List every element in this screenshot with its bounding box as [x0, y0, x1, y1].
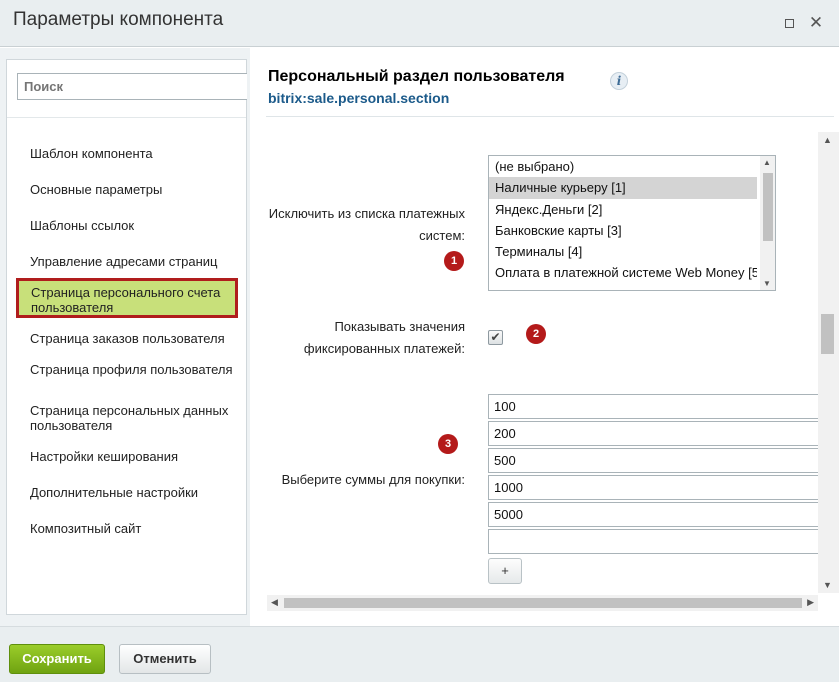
- select-option[interactable]: Яндекс.Деньги [2]: [489, 199, 757, 220]
- save-button[interactable]: Сохранить: [9, 644, 105, 674]
- scroll-up-icon[interactable]: ▲: [763, 158, 771, 167]
- select-option[interactable]: Наличные курьеру [1]: [489, 177, 757, 199]
- annotation-badge-3: 3: [438, 434, 458, 454]
- close-button[interactable]: ✕: [806, 13, 826, 33]
- scrollbar-thumb[interactable]: [284, 598, 802, 608]
- dialog-title: Параметры компонента: [13, 9, 224, 30]
- sidebar-item-composite-site[interactable]: Композитный сайт: [7, 521, 246, 536]
- search-input[interactable]: [17, 73, 247, 100]
- select-option[interactable]: Оплата в платежной системе Web Money [5: [489, 262, 757, 283]
- amount-input[interactable]: 1000: [488, 475, 828, 500]
- scroll-up-icon[interactable]: ▲: [823, 135, 832, 145]
- cancel-button[interactable]: Отменить: [119, 644, 211, 674]
- header-divider: [266, 116, 834, 117]
- sidebar-item-link-templates[interactable]: Шаблоны ссылок: [7, 218, 246, 233]
- amount-input[interactable]: 5000: [488, 502, 828, 527]
- show-fixed-payments-label: Показывать значения фиксированных платеж…: [303, 319, 465, 356]
- dialog-titlebar: Параметры компонента ✕: [0, 0, 839, 47]
- search-panel: [7, 60, 247, 118]
- exclude-paysystems-select[interactable]: (не выбрано) Наличные курьеру [1] Яндекс…: [488, 155, 776, 291]
- sidebar-item-component-template[interactable]: Шаблон компонента: [7, 146, 246, 161]
- sidebar-item-additional-settings[interactable]: Дополнительные настройки: [7, 485, 246, 500]
- sidebar-item-basic-params[interactable]: Основные параметры: [7, 182, 246, 197]
- info-icon[interactable]: i: [610, 72, 628, 90]
- add-amount-button[interactable]: +: [488, 558, 522, 584]
- dialog-footer: Сохранить Отменить: [0, 626, 839, 682]
- amount-input[interactable]: 100: [488, 394, 828, 419]
- amount-input[interactable]: 200: [488, 421, 828, 446]
- annotation-badge-2: 2: [526, 324, 546, 344]
- scroll-down-icon[interactable]: ▼: [763, 279, 771, 288]
- main-vertical-scrollbar[interactable]: ▲ ▼: [818, 132, 839, 593]
- maximize-button[interactable]: [779, 13, 799, 33]
- sidebar: Шаблон компонента Основные параметры Шаб…: [6, 59, 247, 615]
- show-fixed-payments-checkbox[interactable]: ✔: [488, 330, 503, 345]
- sidebar-item-cache-settings[interactable]: Настройки кеширования: [7, 449, 246, 464]
- scrollbar-thumb[interactable]: [821, 314, 834, 354]
- amount-input[interactable]: 500: [488, 448, 828, 473]
- main-horizontal-scrollbar[interactable]: ◀ ▶: [267, 595, 818, 611]
- checkmark-icon: ✔: [490, 330, 501, 344]
- scroll-left-icon[interactable]: ◀: [271, 597, 278, 608]
- purchase-amounts-label: Выберите суммы для покупки:: [281, 472, 465, 487]
- sidebar-item-url-management[interactable]: Управление адресами страниц: [7, 254, 246, 269]
- exclude-paysystems-label: Исключить из списка платежных систем:: [268, 206, 465, 243]
- select-scrollbar[interactable]: ▲ ▼: [760, 156, 775, 290]
- component-code: bitrix:sale.personal.section: [268, 90, 450, 106]
- scrollbar-thumb[interactable]: [763, 173, 773, 241]
- page-title: Персональный раздел пользователя: [268, 68, 565, 85]
- scroll-down-icon[interactable]: ▼: [823, 580, 832, 590]
- scroll-right-icon[interactable]: ▶: [807, 597, 814, 608]
- maximize-icon: [784, 19, 794, 28]
- select-option[interactable]: (не выбрано): [489, 156, 757, 177]
- select-option[interactable]: Терминалы [4]: [489, 241, 757, 262]
- select-option[interactable]: Банковские карты [3]: [489, 220, 757, 241]
- amount-input[interactable]: [488, 529, 828, 554]
- sidebar-item-personal-data-page[interactable]: Страница персональных данных пользовател…: [7, 403, 246, 433]
- sidebar-item-personal-account[interactable]: Страница персонального счета пользовател…: [16, 278, 238, 318]
- annotation-badge-1: 1: [444, 251, 464, 271]
- close-icon: ✕: [808, 13, 824, 32]
- sidebar-item-orders-page[interactable]: Страница заказов пользователя: [7, 331, 246, 346]
- main-panel: Персональный раздел пользователя i bitri…: [250, 48, 839, 626]
- sidebar-item-profile-page[interactable]: Страница профиля пользователя: [7, 362, 246, 377]
